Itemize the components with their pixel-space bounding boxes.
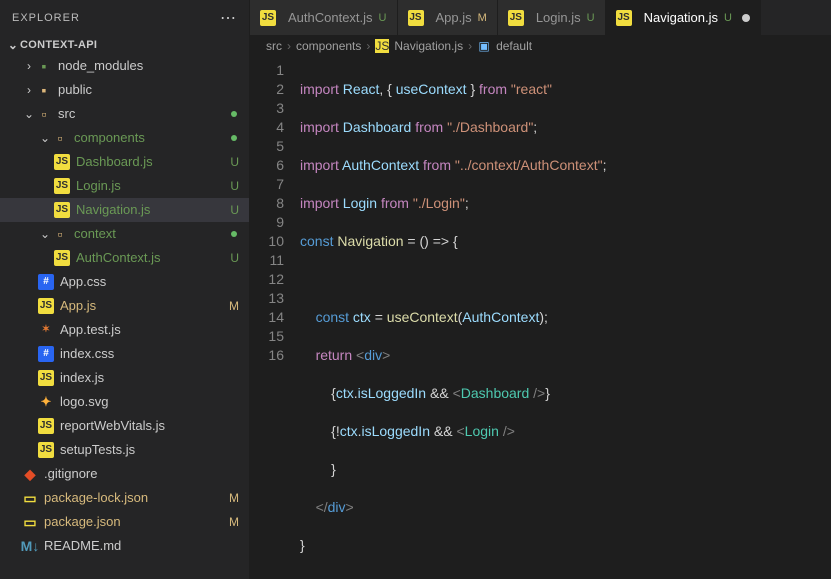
tree-file-pkg[interactable]: ▭package.jsonM [0, 510, 249, 534]
git-status-u: U [230, 199, 239, 221]
file-tree: ›▪node_modules ›▪public ⌄▫src ⌄▫componen… [0, 54, 249, 579]
tree-file-indexcss[interactable]: #index.css [0, 342, 249, 366]
chevron-right-icon: › [468, 39, 472, 53]
js-icon: JS [54, 178, 70, 194]
git-dot-icon [231, 111, 237, 117]
tree-file-navigation[interactable]: JSNavigation.jsU [0, 198, 249, 222]
tree-file-rwv[interactable]: JSreportWebVitals.js [0, 414, 249, 438]
chevron-down-icon: ⌄ [38, 223, 52, 245]
js-icon: JS [38, 442, 54, 458]
json-icon: ▭ [22, 514, 38, 530]
folder-open-icon: ▫ [52, 130, 68, 146]
js-icon: JS [38, 298, 54, 314]
tree-folder-context[interactable]: ⌄▫context [0, 222, 249, 246]
svg-icon: ✦ [38, 394, 54, 410]
unsaved-dot-icon [742, 14, 750, 22]
bc-components[interactable]: components [296, 39, 361, 53]
git-status-u: U [230, 247, 239, 269]
code-content[interactable]: import React, { useContext } from "react… [300, 57, 831, 579]
explorer-header: EXPLORER ⋯ [0, 0, 249, 36]
tree-file-dashboard[interactable]: JSDashboard.jsU [0, 150, 249, 174]
git-status-m: M [229, 487, 239, 509]
editor-area: JSAuthContext.jsU JSApp.jsM JSLogin.jsU … [250, 0, 831, 579]
bc-symbol[interactable]: default [496, 39, 532, 53]
git-status-u: U [230, 151, 239, 173]
tab-app[interactable]: JSApp.jsM [398, 0, 498, 35]
tree-file-appcss[interactable]: #App.css [0, 270, 249, 294]
tree-file-gitignore[interactable]: ◆.gitignore [0, 462, 249, 486]
test-icon: ✶ [38, 322, 54, 338]
tree-file-apptest[interactable]: ✶App.test.js [0, 318, 249, 342]
symbol-icon: ▣ [477, 39, 491, 53]
section-header[interactable]: ⌄ CONTEXT-API [0, 36, 249, 54]
tree-file-login[interactable]: JSLogin.jsU [0, 174, 249, 198]
more-icon[interactable]: ⋯ [220, 8, 237, 28]
tree-file-readme[interactable]: M↓README.md [0, 534, 249, 558]
git-u-badge: U [724, 12, 732, 24]
git-icon: ◆ [22, 466, 38, 482]
chevron-down-icon: ⌄ [38, 127, 52, 149]
tree-file-pklock[interactable]: ▭package-lock.jsonM [0, 486, 249, 510]
chevron-down-icon: ⌄ [22, 103, 36, 125]
git-m-badge: M [478, 12, 487, 24]
code-editor[interactable]: 12345678910111213141516 import React, { … [250, 57, 831, 579]
explorer-title: EXPLORER [12, 12, 80, 24]
json-icon: ▭ [22, 490, 38, 506]
folder-open-icon: ▫ [52, 226, 68, 242]
line-gutter: 12345678910111213141516 [250, 57, 300, 579]
tab-login[interactable]: JSLogin.jsU [498, 0, 606, 35]
git-status-m: M [229, 511, 239, 533]
folder-icon: ▪ [36, 58, 52, 74]
js-icon: JS [408, 10, 424, 26]
css-icon: # [38, 274, 54, 290]
js-icon: JS [508, 10, 524, 26]
tree-file-appjs[interactable]: JSApp.jsM [0, 294, 249, 318]
md-icon: M↓ [22, 538, 38, 554]
css-icon: # [38, 346, 54, 362]
tree-file-authcontext[interactable]: JSAuthContext.jsU [0, 246, 249, 270]
js-icon: JS [260, 10, 276, 26]
tab-bar: JSAuthContext.jsU JSApp.jsM JSLogin.jsU … [250, 0, 831, 35]
tree-folder-node-modules[interactable]: ›▪node_modules [0, 54, 249, 78]
tree-file-setuptests[interactable]: JSsetupTests.js [0, 438, 249, 462]
bc-src[interactable]: src [266, 39, 282, 53]
chevron-right-icon: › [22, 55, 36, 77]
tree-folder-public[interactable]: ›▪public [0, 78, 249, 102]
js-icon: JS [616, 10, 632, 26]
git-u-badge: U [587, 12, 595, 24]
chevron-down-icon: ⌄ [6, 38, 20, 52]
js-icon: JS [375, 39, 389, 53]
chevron-right-icon: › [366, 39, 370, 53]
js-icon: JS [38, 418, 54, 434]
js-icon: JS [54, 154, 70, 170]
git-dot-icon [231, 231, 237, 237]
tree-folder-src[interactable]: ⌄▫src [0, 102, 249, 126]
git-u-badge: U [379, 12, 387, 24]
git-status-m: M [229, 295, 239, 317]
bc-file[interactable]: Navigation.js [394, 39, 463, 53]
git-dot-icon [231, 135, 237, 141]
tree-folder-components[interactable]: ⌄▫components [0, 126, 249, 150]
breadcrumb[interactable]: src › components › JS Navigation.js › ▣ defau… [250, 35, 831, 57]
project-name: CONTEXT-API [20, 39, 97, 51]
tree-file-indexjs[interactable]: JSindex.js [0, 366, 249, 390]
folder-icon: ▪ [36, 82, 52, 98]
sidebar: EXPLORER ⋯ ⌄ CONTEXT-API ›▪node_modules … [0, 0, 250, 579]
chevron-right-icon: › [22, 79, 36, 101]
js-icon: JS [38, 370, 54, 386]
tab-authcontext[interactable]: JSAuthContext.jsU [250, 0, 398, 35]
git-status-u: U [230, 175, 239, 197]
js-icon: JS [54, 250, 70, 266]
tab-navigation[interactable]: JSNavigation.jsU [606, 0, 761, 35]
folder-open-icon: ▫ [36, 106, 52, 122]
js-icon: JS [54, 202, 70, 218]
tree-file-logo[interactable]: ✦logo.svg [0, 390, 249, 414]
chevron-right-icon: › [287, 39, 291, 53]
